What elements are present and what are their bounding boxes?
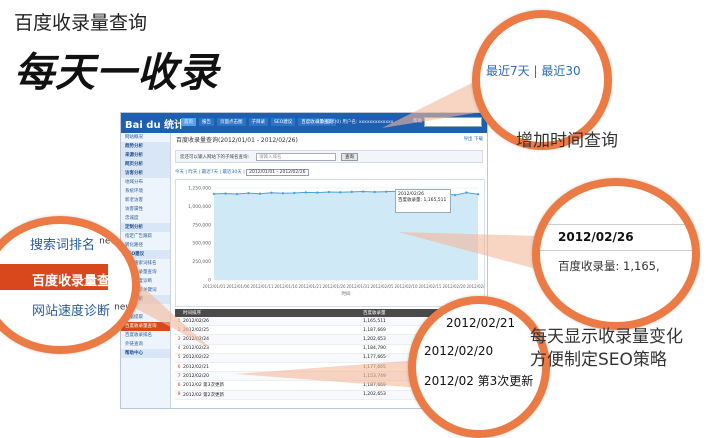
caption-daily-line2: 方便制定SEO策略 bbox=[530, 350, 667, 370]
callout-date-1: 2012/02/21 bbox=[446, 316, 516, 330]
callout-divider: | bbox=[533, 64, 538, 78]
callout-dates: 2012/02/21 2012/02/20 2012/02 第3次更新 bbox=[408, 296, 550, 438]
callout-tooltip-date: 2012/02/26 bbox=[558, 230, 634, 244]
callout-link-7days[interactable]: 最近7天 bbox=[486, 64, 530, 78]
callout-tooltip-divider bbox=[540, 224, 692, 225]
beam-bottom bbox=[236, 360, 420, 388]
caption-daily-line1: 每天显示收录量变化 bbox=[530, 327, 683, 347]
new-badge: new bbox=[99, 236, 118, 247]
callout-date-3: 2012/02 第3次更新 bbox=[424, 374, 534, 388]
callout-link-30days[interactable]: 最近30 bbox=[541, 64, 580, 78]
caption-daily: 每天显示收录量变化 方便制定SEO策略 bbox=[530, 326, 683, 372]
callout-sidebar-index-query[interactable]: 百度收录量查询 bbox=[32, 270, 123, 289]
new-badge-2: new bbox=[114, 302, 133, 313]
callout-tooltip-divider-2 bbox=[540, 250, 692, 251]
beam-mid bbox=[398, 232, 540, 270]
callout-sidebar-speed[interactable]: 网站速度诊断 bbox=[32, 304, 110, 319]
callout-tooltip-value: 百度收录量: 1,165, bbox=[558, 259, 660, 273]
callout-sidebar-keyword-rank[interactable]: 搜索词排名 bbox=[30, 238, 95, 253]
callout-tooltip: 2012/02/26 百度收录量: 1,165, bbox=[532, 178, 700, 330]
caption-time-query: 增加时间查询 bbox=[516, 131, 618, 151]
callout-date-2: 2012/02/20 bbox=[424, 344, 494, 358]
